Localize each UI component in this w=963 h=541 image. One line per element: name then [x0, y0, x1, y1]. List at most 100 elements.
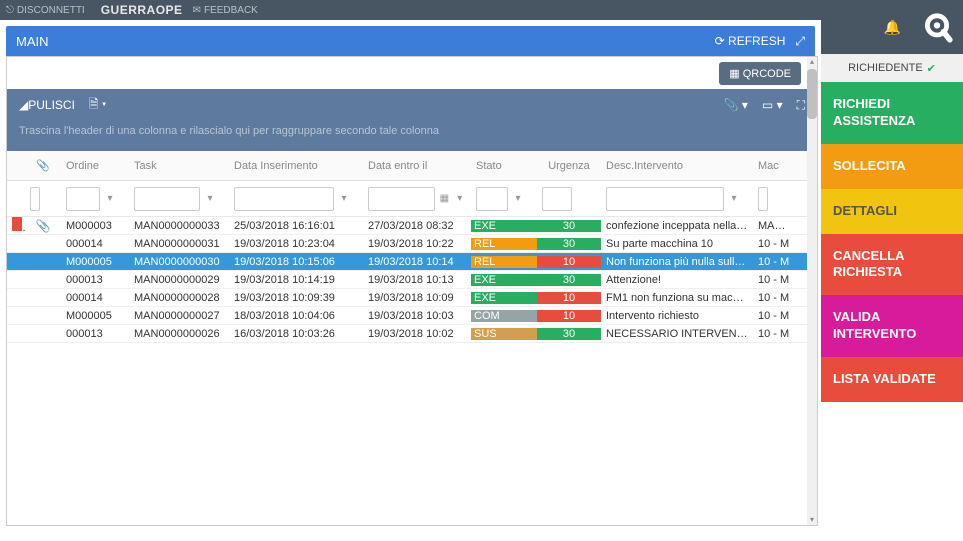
cell-stato: COM — [471, 310, 537, 322]
table-row[interactable]: M000005MAN000000002718/03/2018 10:04:06 1… — [7, 307, 817, 325]
cell-task: MAN0000000026 — [129, 328, 229, 340]
filter-icon[interactable]: ▾ — [103, 193, 117, 204]
expand-icon[interactable]: ⤢ — [795, 34, 805, 49]
filter-icon[interactable]: ▾ — [203, 193, 217, 204]
cell-desc: Attenzione! — [601, 274, 753, 286]
table-row[interactable]: 000013MAN000000002919/03/2018 10:14:1919… — [7, 271, 817, 289]
chevron-down-icon: ▾ — [102, 97, 106, 111]
table-row[interactable]: 000014MAN000000003119/03/2018 10:23:0419… — [7, 235, 817, 253]
filter-icon[interactable]: ▾ — [511, 193, 525, 204]
cell-task: MAN0000000030 — [129, 256, 229, 268]
chevron-down-icon: ▾ — [742, 98, 748, 112]
cell-data-ins: 19/03/2018 10:15:06 — [229, 256, 363, 268]
filter-attach[interactable] — [30, 187, 40, 211]
filter-icon[interactable]: ▾ — [454, 193, 466, 204]
cell-ordine: M000005 — [61, 310, 129, 322]
cell-urgenza: 30 — [537, 220, 601, 232]
cell-data-ins: 19/03/2018 10:14:19 — [229, 274, 363, 286]
layout-dropdown[interactable]: ▭ ▾ — [762, 98, 783, 112]
cell-task: MAN0000000029 — [129, 274, 229, 286]
cell-task: MAN0000000033 — [129, 220, 229, 232]
filter-task[interactable] — [134, 187, 200, 211]
filter-macc[interactable] — [758, 187, 768, 211]
attach-dropdown[interactable]: 📎 ▾ — [724, 98, 748, 112]
col-attach[interactable]: 📎 — [25, 159, 61, 172]
cell-data-entro: 27/03/2018 08:32 — [363, 220, 471, 232]
col-urgenza[interactable]: Urgenza — [537, 160, 601, 172]
filter-urgenza[interactable] — [542, 187, 572, 211]
validate-button[interactable]: VALIDA INTERVENTO — [821, 295, 963, 357]
sollecita-button[interactable]: SOLLECITA — [821, 144, 963, 189]
grid-filter-row: ▾ ▾ ▾ ▦ ▾ ▾ ▾ — [7, 181, 817, 217]
refresh-button[interactable]: ⟳ REFRESH — [715, 34, 786, 48]
filter-icon[interactable]: ▾ — [727, 193, 741, 204]
main-bar: MAIN ⟳ REFRESH ⤢ — [6, 26, 815, 56]
cell-stato: REL — [471, 238, 537, 250]
vertical-scrollbar[interactable]: ▴ ▾ — [807, 57, 817, 525]
cell-macc: 10 - M — [753, 274, 797, 286]
feedback-link[interactable]: ✉FEEDBACK — [193, 5, 258, 16]
disconnect-link[interactable]: ⎋DISCONNETTI — [6, 5, 85, 16]
col-ordine[interactable]: Ordine — [61, 160, 129, 172]
filter-data-entro[interactable] — [368, 187, 435, 211]
col-macchina[interactable]: Mac — [753, 160, 797, 172]
paperclip-icon: 📎 — [36, 219, 51, 233]
filter-data-ins[interactable] — [234, 187, 334, 211]
cell-ordine: 000013 — [61, 274, 129, 286]
cell-urgenza: 30 — [537, 328, 601, 340]
cell-desc: Su parte macchina 10 — [601, 238, 753, 250]
scroll-down-icon[interactable]: ▾ — [807, 515, 817, 525]
cell-desc: FM1 non funziona su macchina 10 — [601, 292, 753, 304]
cell-task: MAN0000000028 — [129, 292, 229, 304]
qrcode-button[interactable]: ▦ QRCODE — [719, 62, 801, 85]
group-by-hint: Trascina l'header di una colonna e rilas… — [7, 121, 817, 151]
col-data-inserimento[interactable]: Data Inserimento — [229, 160, 363, 172]
col-desc[interactable]: Desc.Intervento — [601, 160, 753, 172]
scroll-up-icon[interactable]: ▴ — [807, 57, 817, 67]
grid-toolbar: ◢PULISCI 🗎 ▾ 📎 ▾ ▭ ▾ ⛶ — [7, 89, 817, 121]
table-row[interactable]: 000013MAN000000002616/03/2018 10:03:2619… — [7, 325, 817, 343]
scroll-thumb[interactable] — [807, 69, 817, 119]
cell-ordine: M000003 — [61, 220, 129, 232]
table-row[interactable]: 📎M000003MAN000000003325/03/2018 16:16:01… — [7, 217, 817, 235]
eraser-icon: ◢ — [19, 98, 28, 112]
main-title: MAIN — [16, 34, 49, 49]
filter-desc[interactable] — [606, 187, 724, 211]
export-dropdown[interactable]: 🗎 ▾ — [89, 95, 106, 116]
dettagli-button[interactable]: DETTAGLI — [821, 189, 963, 234]
cell-urgenza: 30 — [537, 274, 601, 286]
cell-urgenza: 30 — [537, 238, 601, 250]
cell-data-ins: 18/03/2018 10:04:06 — [229, 310, 363, 322]
filter-icon[interactable]: ▾ — [337, 193, 351, 204]
cell-urgenza: 10 — [537, 256, 601, 268]
cell-task: MAN0000000031 — [129, 238, 229, 250]
col-task[interactable]: Task — [129, 160, 229, 172]
qrcode-icon: ▦ — [729, 68, 739, 80]
request-assistance-button[interactable]: RICHIEDI ASSISTENZA — [821, 82, 963, 144]
validated-list-button[interactable]: LISTA VALIDATE — [821, 357, 963, 402]
cell-stato: EXE — [471, 292, 537, 304]
cell-data-ins: 19/03/2018 10:23:04 — [229, 238, 363, 250]
notifications-icon[interactable]: 🔔 — [884, 19, 901, 36]
filter-ordine[interactable] — [66, 187, 100, 211]
calendar-icon[interactable]: ▦ — [438, 193, 450, 204]
grid-body: 📎M000003MAN000000003325/03/2018 16:16:01… — [7, 217, 817, 343]
app-logo — [921, 11, 953, 43]
fullscreen-icon[interactable]: ⛶ — [797, 98, 805, 113]
cell-ordine: 000014 — [61, 292, 129, 304]
cell-stato: EXE — [471, 220, 537, 232]
cell-data-entro: 19/03/2018 10:22 — [363, 238, 471, 250]
col-data-entro[interactable]: Data entro il — [363, 160, 471, 172]
refresh-icon: ⟳ — [715, 34, 725, 48]
cancel-request-button[interactable]: CANCELLA RICHIESTA — [821, 234, 963, 296]
clear-button[interactable]: ◢PULISCI — [19, 98, 75, 112]
role-label: RICHIEDENTE✔ — [821, 54, 963, 82]
table-row[interactable]: 000014MAN000000002819/03/2018 10:09:3919… — [7, 289, 817, 307]
cell-data-entro: 19/03/2018 10:02 — [363, 328, 471, 340]
col-stato[interactable]: Stato — [471, 160, 537, 172]
cell-desc: NECESSARIO INTERVENTO PER ... — [601, 328, 753, 340]
cell-macc: 10 - M — [753, 310, 797, 322]
cell-task: MAN0000000027 — [129, 310, 229, 322]
table-row[interactable]: M000005MAN000000003019/03/2018 10:15:061… — [7, 253, 817, 271]
filter-stato[interactable] — [476, 187, 508, 211]
